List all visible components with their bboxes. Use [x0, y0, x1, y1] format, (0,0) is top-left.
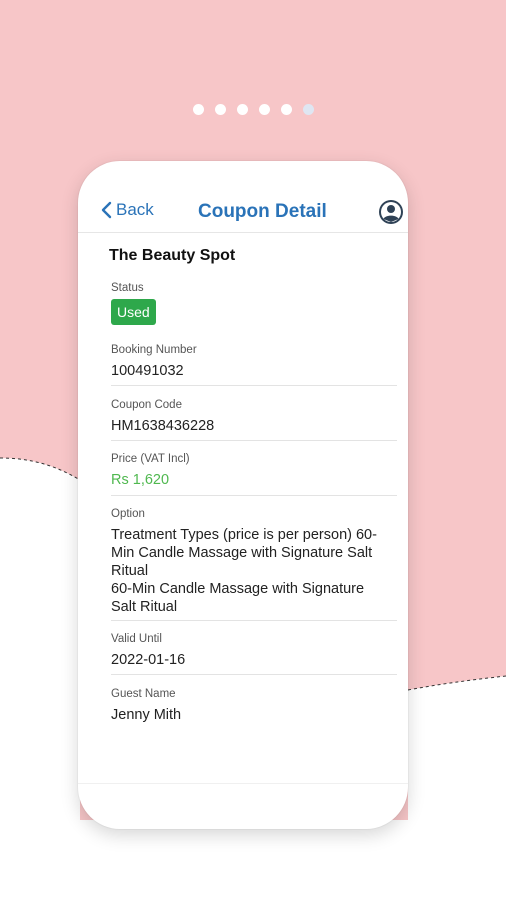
phone-frame: Back Coupon Detail The Beauty Spot Statu… — [78, 161, 408, 829]
page-dot[interactable] — [236, 104, 248, 115]
guest-name-label: Guest Name — [111, 688, 176, 700]
page-indicator — [0, 104, 506, 115]
screen-title: Coupon Detail — [198, 201, 327, 222]
option-value: Treatment Types (price is per person) 60… — [111, 527, 377, 615]
option-field: Option Treatment Types (price is per per… — [111, 507, 397, 616]
coupon-code-label: Coupon Code — [111, 399, 182, 411]
booking-number-field: Booking Number 100491032 — [111, 343, 397, 380]
navigation-bar: Back Coupon Detail — [78, 161, 408, 233]
page-dot[interactable] — [192, 104, 204, 115]
booking-number-value: 100491032 — [111, 363, 184, 379]
business-name: The Beauty Spot — [109, 247, 236, 264]
chevron-left-icon — [101, 201, 112, 219]
divider — [111, 674, 397, 675]
option-label: Option — [111, 508, 145, 520]
back-label: Back — [116, 200, 154, 219]
divider — [111, 385, 397, 386]
guest-name-field: Guest Name Jenny Mith — [111, 687, 397, 724]
price-value: Rs 1,620 — [111, 472, 170, 488]
page-dot[interactable] — [214, 104, 226, 115]
divider — [111, 495, 397, 496]
coupon-code-value: HM1638436228 — [111, 418, 215, 434]
page-dot[interactable] — [258, 104, 270, 115]
status-field: Status Used — [111, 281, 397, 325]
status-label: Status — [111, 282, 144, 294]
page-dot-active[interactable] — [302, 104, 314, 115]
valid-until-label: Valid Until — [111, 633, 162, 645]
booking-number-label: Booking Number — [111, 344, 197, 356]
divider — [78, 783, 408, 784]
divider — [111, 620, 397, 621]
coupon-code-field: Coupon Code HM1638436228 — [111, 398, 397, 435]
page: Back Coupon Detail The Beauty Spot Statu… — [0, 0, 506, 900]
page-dot[interactable] — [280, 104, 292, 115]
back-button[interactable]: Back — [100, 200, 154, 220]
status-badge: Used — [111, 299, 156, 325]
valid-until-value: 2022-01-16 — [111, 652, 186, 668]
price-label: Price (VAT Incl) — [111, 453, 190, 465]
user-avatar-icon[interactable] — [378, 199, 404, 225]
valid-until-field: Valid Until 2022-01-16 — [111, 632, 397, 669]
divider — [111, 440, 397, 441]
guest-name-value: Jenny Mith — [111, 707, 182, 723]
price-field: Price (VAT Incl) Rs 1,620 — [111, 452, 397, 489]
